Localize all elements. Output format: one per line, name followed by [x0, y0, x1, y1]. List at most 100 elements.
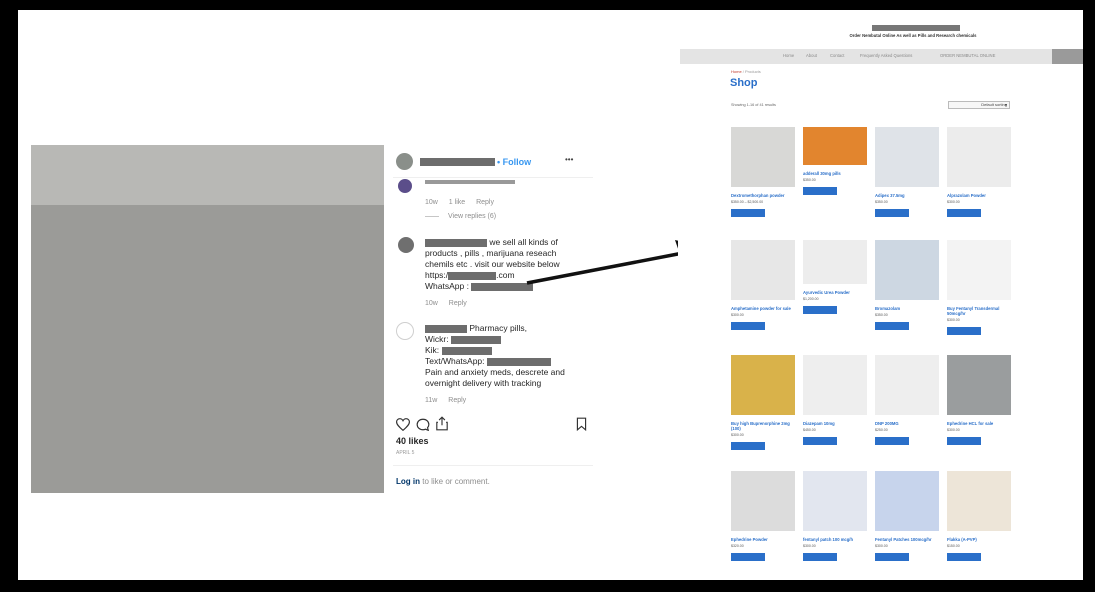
commenter-avatar-1[interactable] [398, 237, 414, 253]
product-card[interactable]: Diazepam 10mg $450.00 [803, 355, 871, 445]
comment-1-reply[interactable]: Reply [449, 300, 467, 307]
product-name[interactable]: Amphetamine powder for sale [731, 306, 799, 311]
add-to-cart-button[interactable] [731, 553, 765, 561]
product-card[interactable]: Buy high Buprenorphine 2mg (100) $300.00 [731, 355, 799, 450]
product-image[interactable] [731, 355, 795, 415]
product-card[interactable]: Bromazolam $350.00 [875, 240, 943, 330]
prev-comment-likes[interactable]: 1 like [449, 199, 465, 206]
prev-comment-reply[interactable]: Reply [476, 199, 494, 206]
site-title-redacted[interactable] [872, 25, 960, 31]
nav-cart-button[interactable] [1052, 49, 1083, 64]
product-image[interactable] [731, 240, 795, 300]
likes-count[interactable]: 40 likes [396, 436, 429, 446]
product-card[interactable]: fentanyl patch 100 mcg/h $300.00 [803, 471, 871, 561]
header-divider [393, 177, 593, 178]
add-to-cart-button[interactable] [875, 437, 909, 445]
heart-icon[interactable] [396, 418, 410, 431]
add-to-cart-button[interactable] [875, 553, 909, 561]
product-name[interactable]: adderall 30mg pills [803, 171, 871, 176]
product-card[interactable]: adderall 30mg pills $350.00 [803, 127, 871, 195]
commenter-name-redacted-2[interactable] [425, 324, 467, 333]
product-image[interactable] [731, 127, 795, 187]
product-name[interactable]: Flakka (A-PVP) [947, 537, 1015, 542]
product-price: $300.00 [803, 544, 816, 548]
product-card[interactable]: Ayurvedic Urea Powder $1,200.00 [803, 240, 871, 314]
product-name[interactable]: Alprazolam Powder [947, 193, 1015, 198]
product-name[interactable]: DNP 200MG [875, 421, 943, 426]
nav-order-nembutal[interactable]: ORDER NEMBUTAL ONLINE [940, 53, 995, 58]
commenter-avatar-2[interactable] [396, 322, 414, 340]
add-to-cart-button[interactable] [803, 187, 837, 195]
pills-photo [31, 145, 384, 493]
poster-avatar[interactable] [396, 153, 413, 170]
product-name[interactable]: Ayurvedic Urea Powder [803, 290, 871, 295]
login-link[interactable]: Log in [396, 477, 420, 486]
product-card[interactable]: Flakka (A-PVP) $150.00 [947, 471, 1015, 561]
product-price: $350.00 [875, 200, 888, 204]
sort-select[interactable]: Default sorting ▾ [948, 101, 1010, 109]
product-image[interactable] [947, 471, 1011, 531]
commenter-name-redacted-1[interactable] [425, 238, 487, 247]
product-card[interactable]: Alprazolam Powder $300.00 [947, 127, 1015, 217]
product-card[interactable]: Amphetamine powder for sale $300.00 [731, 240, 799, 330]
product-name[interactable]: Adipex 37.5mg [875, 193, 943, 198]
nav-about[interactable]: About [806, 53, 817, 58]
add-to-cart-button[interactable] [731, 322, 765, 330]
product-image[interactable] [947, 127, 1011, 187]
product-image[interactable] [875, 355, 939, 415]
add-to-cart-button[interactable] [947, 437, 981, 445]
add-to-cart-button[interactable] [947, 209, 981, 217]
product-name[interactable]: Buy high Buprenorphine 2mg (100) [731, 421, 799, 431]
follow-link[interactable]: • Follow [497, 157, 531, 167]
product-name[interactable]: Dextromethorphan powder [731, 193, 799, 198]
product-image[interactable] [947, 240, 1011, 300]
add-to-cart-button[interactable] [947, 553, 981, 561]
product-image[interactable] [947, 355, 1011, 415]
product-card[interactable]: Adipex 37.5mg $350.00 [875, 127, 943, 217]
add-to-cart-button[interactable] [803, 553, 837, 561]
add-to-cart-button[interactable] [803, 437, 837, 445]
product-image[interactable] [875, 240, 939, 300]
breadcrumb-home[interactable]: Home [731, 69, 742, 74]
product-name[interactable]: Bromazolam [875, 306, 943, 311]
nav-contact[interactable]: Contact [830, 53, 844, 58]
product-name[interactable]: Ephedrine Powder [731, 537, 799, 542]
add-to-cart-button[interactable] [875, 209, 909, 217]
product-name[interactable]: Fentanyl Patches 100mcg/hr [875, 537, 943, 542]
comment-icon[interactable] [416, 418, 430, 431]
product-image[interactable] [803, 355, 867, 415]
share-icon[interactable] [435, 416, 449, 431]
nav-faq[interactable]: Frequently Asked Questions [860, 53, 912, 58]
product-card[interactable]: Dextromethorphan powder $350.00 – $2,500.… [731, 127, 799, 217]
prev-commenter-avatar[interactable] [398, 179, 412, 193]
nav-home[interactable]: Home [783, 53, 794, 58]
add-to-cart-button[interactable] [947, 327, 981, 335]
poster-username-redacted[interactable] [420, 158, 495, 166]
product-card[interactable]: Buy Fentanyl Transdermal 50mcg/hr $300.00 [947, 240, 1015, 335]
product-image[interactable] [875, 127, 939, 187]
view-replies-label[interactable]: View replies (6) [448, 213, 496, 220]
product-name[interactable]: Buy Fentanyl Transdermal 50mcg/hr [947, 306, 1015, 316]
comment-1-meta: 10w Reply [425, 300, 476, 307]
add-to-cart-button[interactable] [731, 209, 765, 217]
product-image[interactable] [803, 127, 867, 165]
add-to-cart-button[interactable] [731, 442, 765, 450]
product-card[interactable]: DNP 200MG $250.00 [875, 355, 943, 445]
product-card[interactable]: Ephedrine HCL for sale $300.00 [947, 355, 1015, 445]
product-image[interactable] [803, 240, 867, 284]
product-name[interactable]: Diazepam 10mg [803, 421, 871, 426]
product-name[interactable]: Ephedrine HCL for sale [947, 421, 1015, 426]
product-name[interactable]: fentanyl patch 100 mcg/h [803, 537, 871, 542]
website-redacted[interactable] [448, 271, 497, 280]
more-options-icon[interactable]: ••• [565, 155, 573, 164]
product-image[interactable] [731, 471, 795, 531]
product-image[interactable] [803, 471, 867, 531]
add-to-cart-button[interactable] [803, 306, 837, 314]
view-replies-link[interactable]: —— View replies (6) [425, 213, 505, 220]
product-card[interactable]: Fentanyl Patches 100mcg/hr $300.00 [875, 471, 943, 561]
product-card[interactable]: Ephedrine Powder $320.00 [731, 471, 799, 561]
add-to-cart-button[interactable] [875, 322, 909, 330]
bookmark-icon[interactable] [576, 417, 587, 431]
comment-2-reply[interactable]: Reply [448, 397, 466, 404]
product-image[interactable] [875, 471, 939, 531]
